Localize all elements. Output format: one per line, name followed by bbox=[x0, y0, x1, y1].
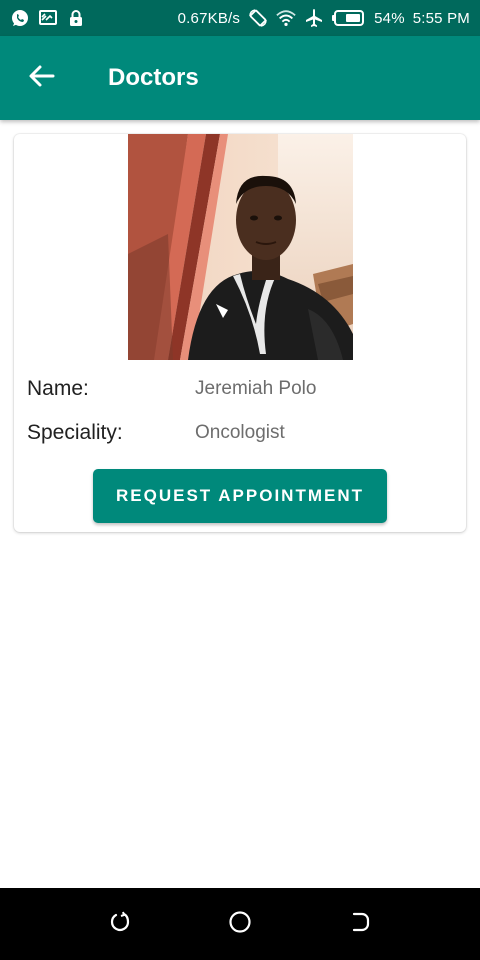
battery-icon bbox=[332, 8, 366, 28]
recent-apps-button[interactable] bbox=[96, 900, 144, 948]
lock-icon bbox=[66, 8, 86, 28]
speciality-label: Speciality: bbox=[27, 421, 123, 444]
airplane-icon bbox=[304, 8, 324, 28]
wifi-icon bbox=[276, 8, 296, 28]
whatsapp-icon bbox=[10, 8, 30, 28]
name-row: Name: Jeremiah Polo bbox=[27, 377, 316, 401]
status-bar: 0.67KB/s 54% 5:55 PM bbox=[0, 0, 480, 36]
doctor-card: Name: Jeremiah Polo Speciality: Oncologi… bbox=[14, 134, 466, 532]
back-button[interactable] bbox=[16, 53, 66, 103]
arrow-back-icon bbox=[27, 62, 55, 95]
doctor-name: Jeremiah Polo bbox=[195, 378, 317, 399]
system-nav-bar bbox=[0, 888, 480, 960]
home-button[interactable] bbox=[216, 900, 264, 948]
speciality-row: Speciality: Oncologist bbox=[27, 421, 285, 445]
name-label: Name: bbox=[27, 377, 89, 400]
rotate-icon bbox=[248, 8, 268, 28]
cast-icon bbox=[38, 8, 58, 28]
clock: 5:55 PM bbox=[412, 9, 470, 27]
recent-apps-icon bbox=[108, 910, 132, 939]
back-nav-button[interactable] bbox=[336, 900, 384, 948]
doctor-photo bbox=[128, 134, 353, 360]
net-speed: 0.67KB/s bbox=[177, 9, 241, 27]
home-icon bbox=[227, 909, 253, 940]
back-nav-icon bbox=[348, 910, 372, 939]
app-bar: Doctors bbox=[0, 36, 480, 120]
battery-level: 54% bbox=[374, 9, 405, 27]
doctor-speciality: Oncologist bbox=[195, 422, 285, 443]
request-appointment-button[interactable]: REQUEST APPOINTMENT bbox=[93, 469, 387, 523]
page-title: Doctors bbox=[108, 64, 199, 91]
